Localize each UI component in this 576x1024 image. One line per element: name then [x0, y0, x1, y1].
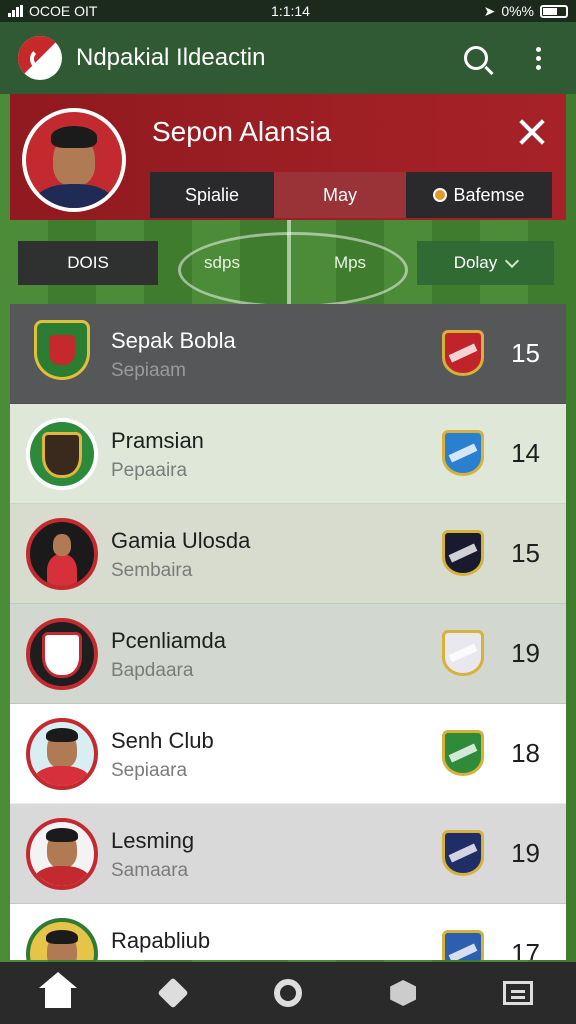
more-options-button[interactable]: [518, 38, 558, 78]
club-badge-icon: [442, 930, 484, 960]
app-title: Ndpakial Ildeactin: [76, 44, 266, 71]
segment-tab-3[interactable]: Bafemse: [406, 172, 552, 218]
app-logo-icon: [18, 36, 62, 80]
team-name: Sepak Bobla: [111, 328, 236, 353]
bottom-navigation: [0, 962, 576, 1024]
team-name: Lesming: [111, 828, 195, 853]
list-item[interactable]: Rapabliub 17: [10, 904, 566, 960]
segment-tab-1[interactable]: Spialie: [150, 172, 274, 218]
team-crest-icon: [26, 418, 98, 490]
diamond-icon: [157, 977, 189, 1009]
list-item[interactable]: Lesming Samaara 19: [10, 804, 566, 904]
player-avatar: [26, 518, 98, 590]
team-score: 15: [511, 338, 540, 368]
chevron-down-icon: [505, 253, 520, 268]
filter-dropdown[interactable]: Dolay: [417, 241, 554, 285]
team-name: Pcenliamda: [111, 628, 226, 653]
profile-header: Sepon Alansia Spialie May Bafemse: [10, 94, 566, 220]
more-vertical-icon: [535, 46, 541, 70]
profile-avatar[interactable]: [22, 108, 126, 212]
team-score: 18: [511, 738, 540, 768]
signal-icon: [8, 5, 23, 17]
team-subtitle: Sepiaara: [111, 760, 188, 781]
team-score: 19: [511, 838, 540, 868]
club-badge-icon: [442, 330, 484, 376]
team-subtitle: Bapdaara: [111, 660, 194, 681]
list-item[interactable]: Gamia Ulosda Sembaira 15: [10, 504, 566, 604]
home-icon: [38, 972, 77, 1008]
cube-icon: [390, 980, 417, 1006]
location-icon: ➤: [483, 2, 496, 19]
team-subtitle: Samaara: [111, 860, 189, 881]
team-subtitle: Pepaaira: [111, 460, 188, 481]
battery-icon: [540, 4, 568, 18]
segment-tab-3-label: Bafemse: [453, 184, 525, 205]
player-avatar: [26, 718, 98, 790]
ball-icon: [433, 188, 448, 202]
carrier-text: OCOE OIT: [29, 3, 98, 19]
team-crest-icon: [26, 618, 98, 690]
filter-dropdown-label: Dolay: [453, 253, 498, 272]
club-badge-icon: [442, 830, 484, 876]
team-name: Gamia Ulosda: [111, 528, 251, 553]
team-score: 19: [511, 638, 540, 668]
segment-tab-2[interactable]: May: [274, 172, 406, 218]
app-bar: Ndpakial Ildeactin: [0, 22, 576, 94]
club-badge-icon: [442, 430, 484, 476]
close-icon[interactable]: [516, 116, 548, 148]
filter-option-2[interactable]: Mps: [318, 241, 382, 285]
nav-home[interactable]: [33, 968, 83, 1018]
ring-icon: [273, 979, 302, 1007]
team-name: Pramsian: [111, 428, 204, 453]
team-subtitle: Sembaira: [111, 560, 193, 581]
clock-text: 1:1:14: [271, 3, 310, 19]
team-name: Senh Club: [111, 728, 214, 753]
club-badge-icon: [442, 630, 484, 676]
profile-name: Sepon Alansia: [152, 116, 332, 147]
document-icon: [503, 981, 534, 1005]
nav-diamond[interactable]: [148, 968, 198, 1018]
list-item[interactable]: Senh Club Sepiaara 18: [10, 704, 566, 804]
team-list: Sepak Bobla Sepiaam 15 Pramsian Pepaaira…: [10, 304, 566, 960]
nav-cube[interactable]: [378, 968, 428, 1018]
search-icon: [464, 46, 488, 70]
nav-document[interactable]: [493, 968, 543, 1018]
club-badge-icon: [442, 730, 484, 776]
filter-option-1[interactable]: sdps: [190, 241, 254, 285]
team-crest-icon: [26, 314, 98, 390]
list-item[interactable]: Sepak Bobla Sepiaam 15: [10, 304, 566, 404]
list-item[interactable]: Pramsian Pepaaira 14: [10, 404, 566, 504]
team-subtitle: Sepiaam: [111, 360, 186, 381]
team-score: 15: [511, 538, 540, 568]
segment-control: Spialie May Bafemse: [150, 172, 552, 218]
team-name: Rapabliub: [111, 928, 211, 953]
filter-button-left[interactable]: DOIS: [18, 241, 158, 285]
player-avatar: [26, 918, 98, 960]
status-bar: OCOE OIT 1:1:14 ➤ 0%%: [0, 0, 576, 22]
player-avatar: [26, 818, 98, 890]
search-button[interactable]: [456, 38, 496, 78]
battery-text: 0%%: [501, 3, 534, 19]
club-badge-icon: [442, 530, 484, 576]
team-score: 17: [511, 938, 540, 960]
team-score: 14: [511, 438, 540, 468]
list-item[interactable]: Pcenliamda Bapdaara 19: [10, 604, 566, 704]
nav-ring[interactable]: [263, 968, 313, 1018]
